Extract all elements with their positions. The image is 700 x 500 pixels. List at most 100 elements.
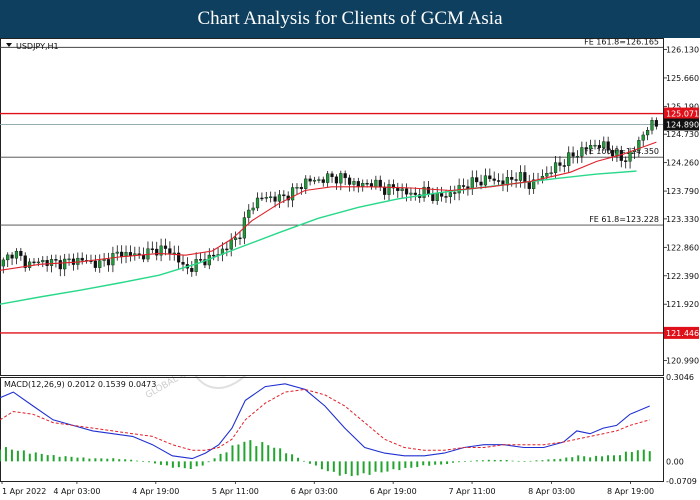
candle-body <box>400 188 404 191</box>
candle-body <box>277 194 282 202</box>
macd-histogram-bar <box>124 459 127 462</box>
candle-body <box>361 183 365 187</box>
macd-histogram-bar <box>165 461 168 466</box>
macd-histogram-bar <box>94 458 97 462</box>
y-tick-label: 125.660 <box>666 74 699 83</box>
candle-body <box>589 145 593 150</box>
macd-histogram-bar <box>171 461 174 468</box>
candle-body <box>36 261 40 264</box>
y-tick-label: 120.990 <box>666 356 699 365</box>
macd-histogram-bar <box>511 460 514 462</box>
macd-histogram-bar <box>636 450 639 462</box>
macd-histogram-bar <box>499 459 502 462</box>
macd-histogram-bar <box>273 447 276 462</box>
macd-histogram-bar <box>297 457 300 462</box>
candle-body <box>198 259 203 261</box>
candle-body <box>567 152 571 166</box>
macd-histogram-bar <box>368 461 371 475</box>
macd-histogram-bar <box>559 458 562 462</box>
macd-histogram-bar <box>261 442 264 462</box>
candle-body <box>553 162 558 173</box>
candle-body <box>597 144 601 149</box>
price-tag-label: 125.071 <box>666 110 699 119</box>
candle-body <box>352 181 356 185</box>
macd-histogram-bar <box>589 457 592 462</box>
candle-body <box>378 179 382 188</box>
candle-body <box>317 179 321 181</box>
macd-histogram-bar <box>100 458 103 462</box>
candle-body <box>255 197 260 209</box>
candle-body <box>273 196 277 202</box>
candle-body <box>229 239 233 250</box>
macd-histogram-bar <box>457 461 460 463</box>
price-chart: GCMASIAGLOBAL CAPITAL MARKETS宏汇财经 FE 161… <box>0 38 699 496</box>
macd-histogram-bar <box>380 461 383 473</box>
candle-body <box>212 254 216 257</box>
candle-body <box>238 237 242 240</box>
macd-histogram-bar <box>565 457 568 462</box>
macd-histogram-bar <box>88 458 91 462</box>
candle-body <box>6 254 10 261</box>
candle-body <box>575 155 580 158</box>
candle-body <box>264 197 268 199</box>
candle-body <box>602 141 606 149</box>
macd-histogram-bar <box>52 455 55 462</box>
x-tick-label: 6 Apr 03:00 <box>291 487 338 496</box>
macd-histogram-bar <box>404 461 407 468</box>
candle-body <box>374 179 378 187</box>
candle-body <box>387 184 391 195</box>
candle-body <box>115 251 119 254</box>
candle-body <box>396 187 400 191</box>
macd-histogram-bar <box>434 461 437 465</box>
candle-body <box>194 259 198 272</box>
macd-histogram-bar <box>148 461 151 463</box>
macd-histogram-bar <box>618 455 621 462</box>
macd-histogram-bar <box>243 441 246 462</box>
price-tag-label: 121.446 <box>666 329 699 338</box>
macd-histogram-bar <box>213 458 216 462</box>
candle-body <box>562 165 566 167</box>
macd-histogram-bar <box>267 445 270 462</box>
candle-body <box>628 151 632 162</box>
candle-body <box>610 150 615 157</box>
candle-body <box>584 147 588 150</box>
candle-body <box>369 183 374 187</box>
macd-panel-border <box>0 377 664 482</box>
candle-body <box>334 176 339 184</box>
macd-histogram-bar <box>0 449 1 462</box>
x-tick-label: 1 Apr 2022 <box>2 487 46 496</box>
y-tick-label: 126.130 <box>666 45 699 54</box>
macd-histogram-bar <box>386 461 389 472</box>
y-tick-label: 121.920 <box>666 300 699 309</box>
candle-body <box>304 178 308 189</box>
candle-body <box>347 177 352 185</box>
candle-body <box>444 196 448 198</box>
macd-histogram-bar <box>70 456 73 462</box>
macd-histogram-bar <box>207 461 210 463</box>
macd-histogram-bar <box>422 461 425 466</box>
macd-histogram-bar <box>607 455 610 462</box>
candle-body <box>646 130 650 136</box>
candle-body <box>260 197 264 200</box>
macd-histogram-bar <box>642 449 645 462</box>
macd-histogram-bar <box>446 461 449 465</box>
candle-body <box>98 260 102 268</box>
macd-histogram-bar <box>648 451 651 462</box>
candle-body <box>76 257 80 265</box>
candle-body <box>321 179 325 183</box>
candle-body <box>409 192 413 195</box>
candle-body <box>326 173 330 183</box>
macd-histogram-bar <box>219 453 222 462</box>
macd-histogram-bar <box>452 461 455 463</box>
macd-histogram-bar <box>398 461 401 471</box>
candle-body <box>650 120 654 131</box>
candle-body <box>14 250 19 259</box>
candle-body <box>58 260 62 270</box>
macd-histogram-bar <box>481 460 484 462</box>
macd-histogram-bar <box>249 440 252 462</box>
level-label: FE 161.8=126.165 <box>584 38 659 46</box>
candle-body <box>571 152 575 157</box>
macd-histogram-bar <box>22 450 25 462</box>
candle-body <box>641 134 645 141</box>
candle-body <box>558 162 562 166</box>
